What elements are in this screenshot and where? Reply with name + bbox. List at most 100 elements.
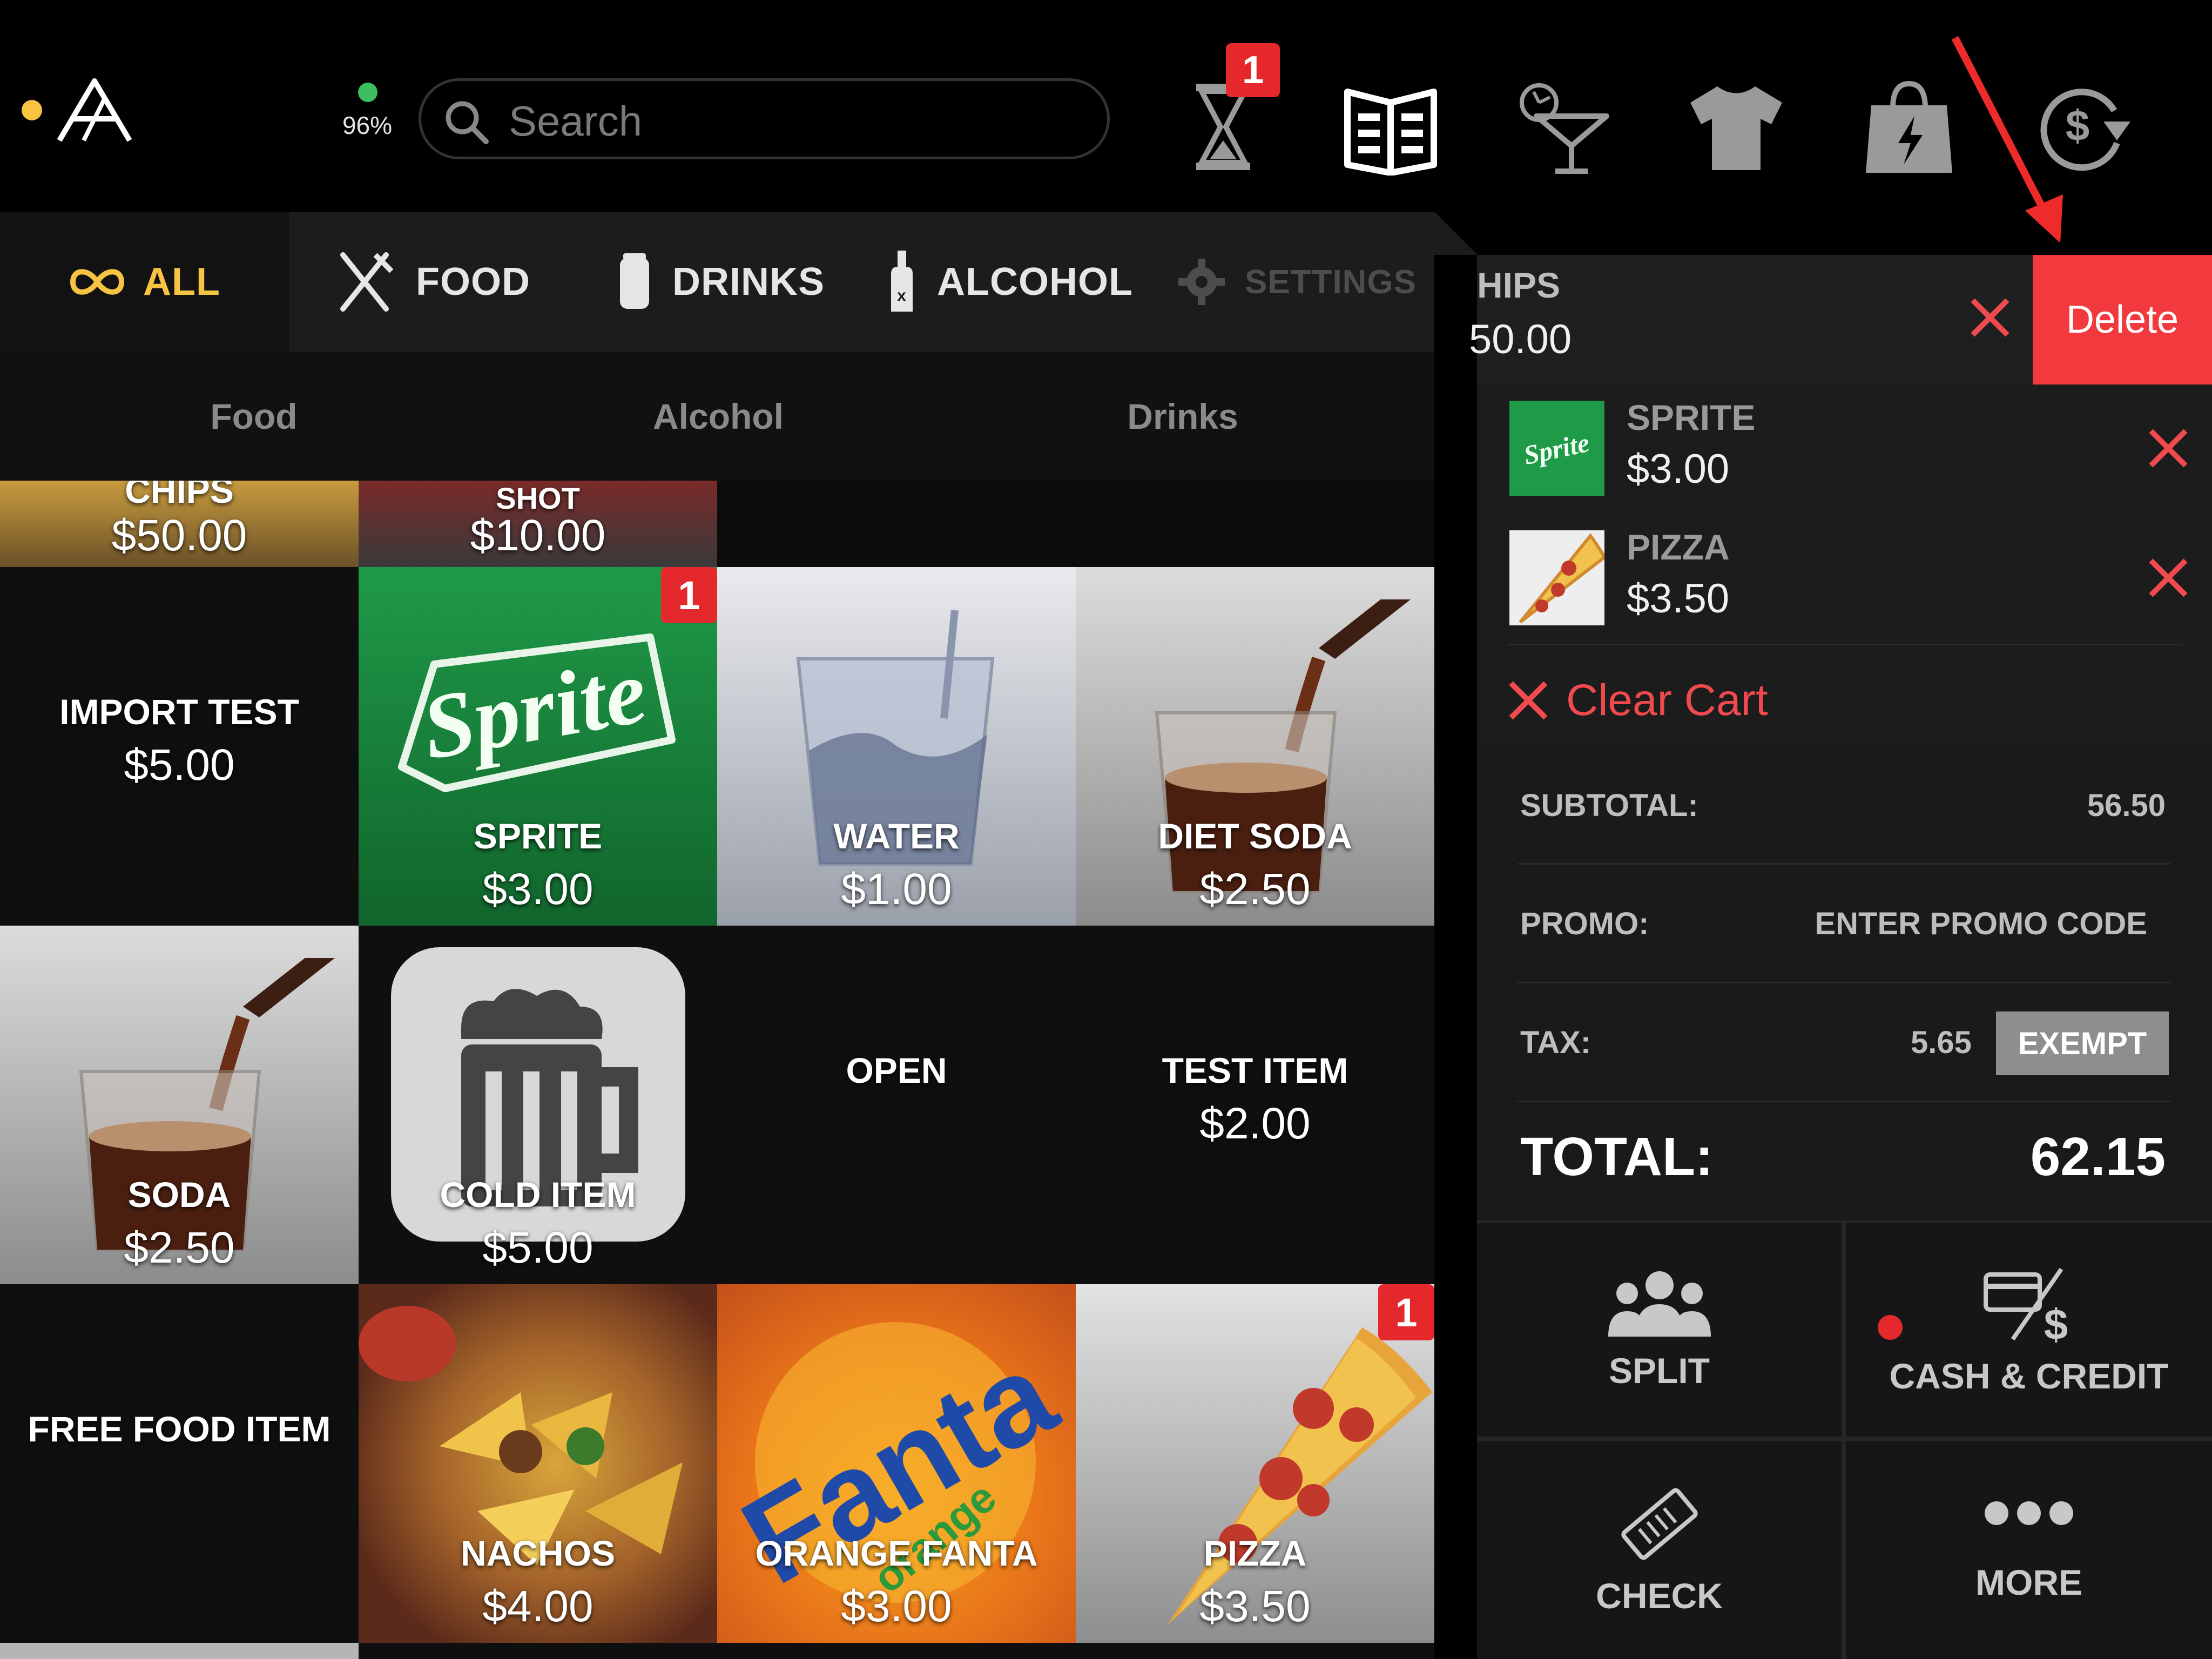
clear-cart-button[interactable]: Clear Cart <box>1507 675 1768 726</box>
promo-code-input[interactable]: ENTER PROMO CODE <box>1815 906 2148 942</box>
infinity-icon <box>70 269 125 295</box>
split-label: SPLIT <box>1608 1350 1710 1391</box>
product-tile-free-food-item[interactable]: FREE FOOD ITEM <box>0 1284 359 1643</box>
category-drinks-label: DRINKS <box>672 260 825 304</box>
clear-icon <box>1509 681 1548 720</box>
product-tile-test-item[interactable]: TEST ITEM $2.00 <box>1076 926 1434 1284</box>
tile-price: $5.00 <box>124 740 235 790</box>
tile-price: $50.00 <box>111 511 247 560</box>
check-button[interactable]: CHECK <box>1477 1441 1842 1659</box>
product-tile-soda[interactable]: SODA $2.50 <box>0 926 359 1284</box>
cart-item-thumbnail <box>1509 530 1607 625</box>
svg-text:Sprite: Sprite <box>1521 427 1592 470</box>
delete-button[interactable]: Delete <box>2033 255 2212 385</box>
tile-name: OPEN <box>846 1050 947 1090</box>
tile-name: SODA <box>127 1175 231 1215</box>
svg-text:$: $ <box>2044 1300 2068 1345</box>
cash-credit-icon: $ <box>1984 1267 2068 1345</box>
category-food[interactable]: FOOD <box>335 212 530 352</box>
divider <box>1518 982 2171 983</box>
cash-credit-label: CASH & CREDIT <box>1889 1355 2169 1396</box>
product-tile-import-test[interactable]: IMPORT TEST $5.00 <box>0 567 359 926</box>
tile-name: COLD ITEM <box>440 1175 636 1215</box>
tile-price: $10.00 <box>470 511 606 560</box>
remove-item-icon[interactable] <box>2147 556 2190 602</box>
category-drinks[interactable]: DRINKS <box>616 212 825 352</box>
search-input[interactable] <box>508 96 1077 146</box>
search-icon <box>446 101 489 144</box>
total-value: 62.15 <box>2030 1127 2166 1187</box>
category-alcohol[interactable]: x ALCOHOL <box>886 212 1133 352</box>
can-icon <box>620 253 649 309</box>
logo-icon[interactable] <box>54 76 135 146</box>
product-tile-diet-soda[interactable]: DIET SODA $2.50 <box>1076 567 1434 926</box>
soda-glass-image <box>1155 599 1411 893</box>
tax-exempt-button[interactable]: EXEMPT <box>1996 1011 2169 1075</box>
cart-item-price: $3.50 <box>1627 576 1730 622</box>
menu-book-icon[interactable] <box>1339 76 1442 178</box>
timer-badge: 1 <box>1226 43 1280 97</box>
product-tile-chips[interactable]: CHIPS $50.00 <box>0 481 359 567</box>
tile-price: $4.00 <box>482 1582 594 1631</box>
tile-price: $2.50 <box>124 1223 235 1272</box>
subtab-food[interactable]: Food <box>0 352 508 481</box>
tile-price: $3.00 <box>482 865 594 914</box>
product-tile-sprite[interactable]: Sprite SPRITE $3.00 1 <box>359 567 717 926</box>
tile-name: SPRITE <box>473 816 603 856</box>
category-settings-label: SETTINGS <box>1245 263 1417 301</box>
tile-price: $3.00 <box>841 1582 952 1631</box>
product-tile-cold-item[interactable]: COLD ITEM $5.00 <box>359 926 717 1284</box>
category-settings[interactable]: SETTINGS <box>1177 212 1417 352</box>
divider <box>1518 863 2171 865</box>
tile-price: $5.00 <box>482 1223 594 1272</box>
product-tile-nachos[interactable]: NACHOS $4.00 <box>359 1284 717 1643</box>
bottle-icon: x <box>891 251 913 312</box>
next-row-peek <box>0 1643 359 1659</box>
empty-tile <box>717 481 1434 567</box>
promo-label: PROMO: <box>1520 906 1649 941</box>
search-bar[interactable] <box>419 78 1110 159</box>
product-tile-orange-fanta[interactable]: Fanta orange ORANGE FANTA $3.00 <box>717 1284 1076 1643</box>
category-alcohol-label: ALCOHOL <box>937 260 1133 304</box>
payment-status-dot <box>1878 1315 1903 1340</box>
more-button[interactable]: MORE <box>1846 1441 2212 1659</box>
sprite-logo: Sprite <box>398 633 676 792</box>
battery-level: 96% <box>342 111 393 139</box>
split-button[interactable]: SPLIT <box>1477 1223 1842 1437</box>
total-label: TOTAL: <box>1520 1127 1714 1187</box>
tile-name: DIET SODA <box>1158 816 1352 856</box>
tax-label: TAX: <box>1520 1025 1591 1060</box>
cart-item-price: 50.00 <box>1469 316 1572 362</box>
quantity-badge: 1 <box>661 567 717 623</box>
close-icon[interactable] <box>1968 296 2012 342</box>
product-tile-pizza[interactable]: PIZZA $3.50 1 <box>1076 1284 1434 1643</box>
fork-knife-icon <box>340 252 394 312</box>
category-all-label: ALL <box>143 260 220 304</box>
tile-name: TEST ITEM <box>1162 1050 1348 1090</box>
product-tile-open[interactable]: OPEN <box>717 926 1076 1284</box>
svg-text:x: x <box>897 287 907 305</box>
more-dots-icon <box>1985 1501 2073 1525</box>
product-tile-water[interactable]: WATER $1.00 <box>717 567 1076 926</box>
quantity-badge: 1 <box>1378 1284 1434 1340</box>
tile-name: IMPORT TEST <box>59 692 299 732</box>
tile-name: CHIPS <box>125 481 234 510</box>
cocktail-icon[interactable] <box>1512 76 1615 178</box>
check-label: CHECK <box>1596 1576 1723 1616</box>
subtab-alcohol[interactable]: Alcohol <box>464 352 972 481</box>
clear-cart-label: Clear Cart <box>1566 676 1768 725</box>
tile-name: PIZZA <box>1203 1533 1307 1573</box>
tile-name: WATER <box>833 816 960 856</box>
next-row-peek <box>359 1643 1434 1659</box>
remove-item-icon[interactable] <box>2147 427 2190 473</box>
category-all[interactable]: ALL <box>68 212 220 352</box>
product-tile-shot[interactable]: SHOT $10.00 <box>359 481 717 567</box>
tile-price: $2.00 <box>1199 1099 1311 1148</box>
status-dot <box>22 100 42 120</box>
tile-name: NACHOS <box>460 1533 615 1573</box>
tshirt-icon[interactable] <box>1685 76 1788 178</box>
divider <box>1518 1101 2171 1102</box>
cart-item-name: HIPS <box>1477 265 1561 305</box>
subtab-drinks[interactable]: Drinks <box>929 352 1437 481</box>
tile-name: ORANGE FANTA <box>755 1533 1038 1573</box>
